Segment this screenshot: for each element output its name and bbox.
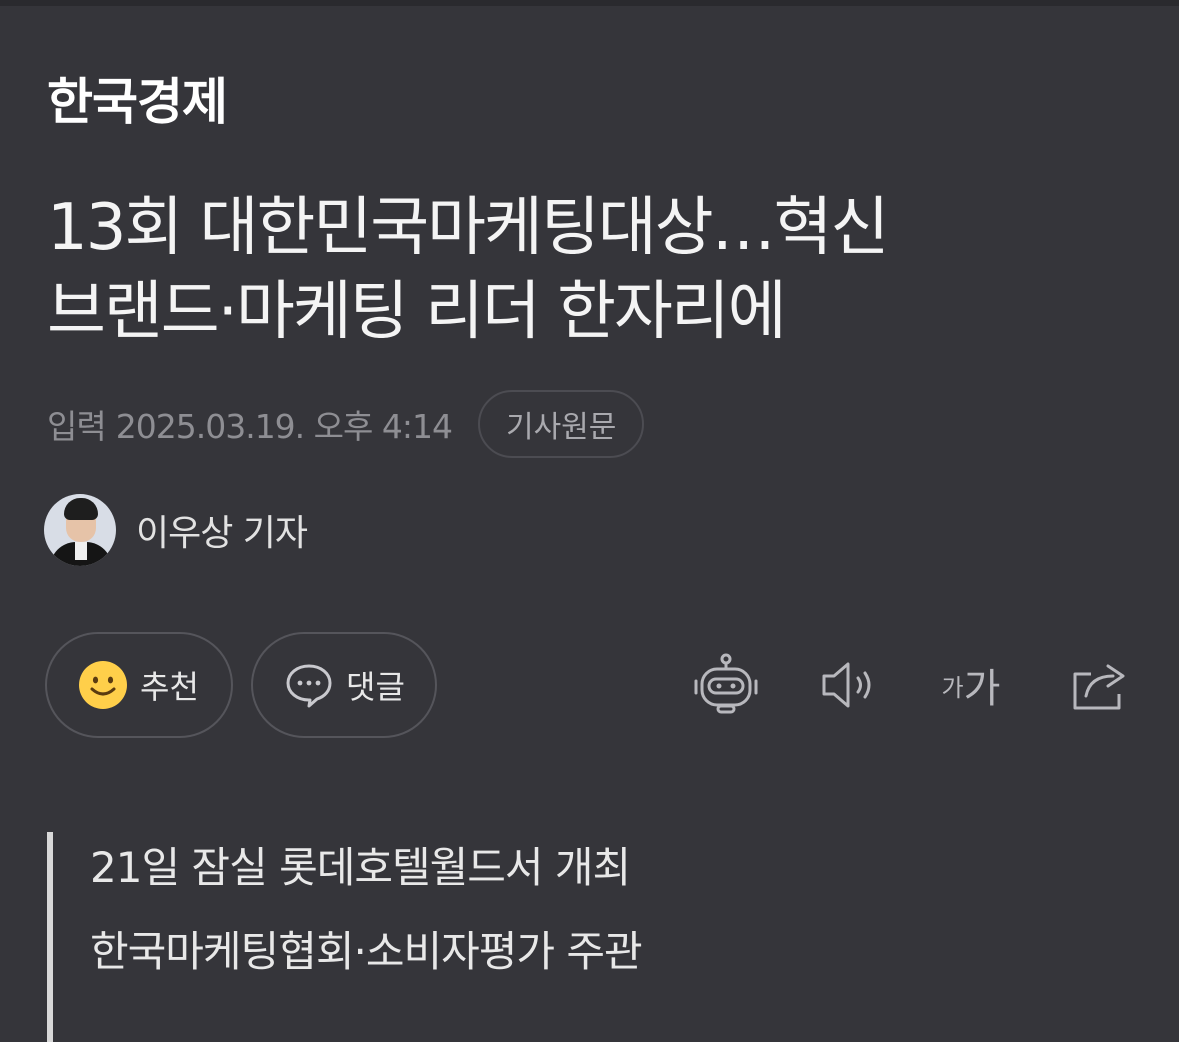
font-size-small-label: 가 — [941, 673, 964, 702]
date-label: 입력 — [47, 407, 107, 446]
smiley-icon — [78, 660, 128, 710]
summary-line-2: 한국마케팅협회·소비자평가 주관 — [90, 927, 643, 976]
published-date: 2025.03.19. 오후 4:14 — [115, 407, 453, 446]
summary-line-1: 21일 잠실 롯데호텔월드서 개최 — [90, 843, 631, 892]
comment-button[interactable]: 댓글 — [251, 632, 437, 738]
font-size-big-label: 가 — [963, 666, 1001, 712]
font-size-icon[interactable]: 가가 — [936, 650, 1006, 720]
reporter-info[interactable]: 이우상 기자 — [44, 493, 308, 567]
summary-quote-bar — [47, 832, 53, 1042]
reporter-name[interactable]: 이우상 기자 — [136, 504, 308, 556]
article-summary: 21일 잠실 롯데호텔월드서 개최 한국마케팅협회·소비자평가 주관 — [90, 826, 643, 994]
speaker-icon[interactable] — [815, 650, 885, 720]
recommend-button[interactable]: 추천 — [45, 632, 233, 738]
top-bar — [0, 0, 1179, 6]
reporter-avatar[interactable] — [44, 494, 116, 566]
press-logo[interactable]: 한국경제 — [47, 70, 228, 134]
comment-label: 댓글 — [346, 668, 405, 706]
original-article-button[interactable]: 기사원문 — [477, 390, 645, 458]
headline-line-2: 브랜드·마케팅 리더 한자리에 — [47, 275, 787, 349]
headline-line-1: 13회 대한민국마케팅대상…혁신 — [47, 191, 889, 265]
recommend-label: 추천 — [140, 668, 199, 706]
article-headline: 13회 대한민국마케팅대상…혁신 브랜드·마케팅 리더 한자리에 — [47, 186, 1137, 354]
speech-bubble-icon — [284, 660, 334, 710]
share-icon[interactable] — [1065, 650, 1135, 720]
robot-icon[interactable] — [691, 650, 761, 720]
article-meta: 입력 2025.03.19. 오후 4:14 기사원문 — [47, 388, 645, 460]
